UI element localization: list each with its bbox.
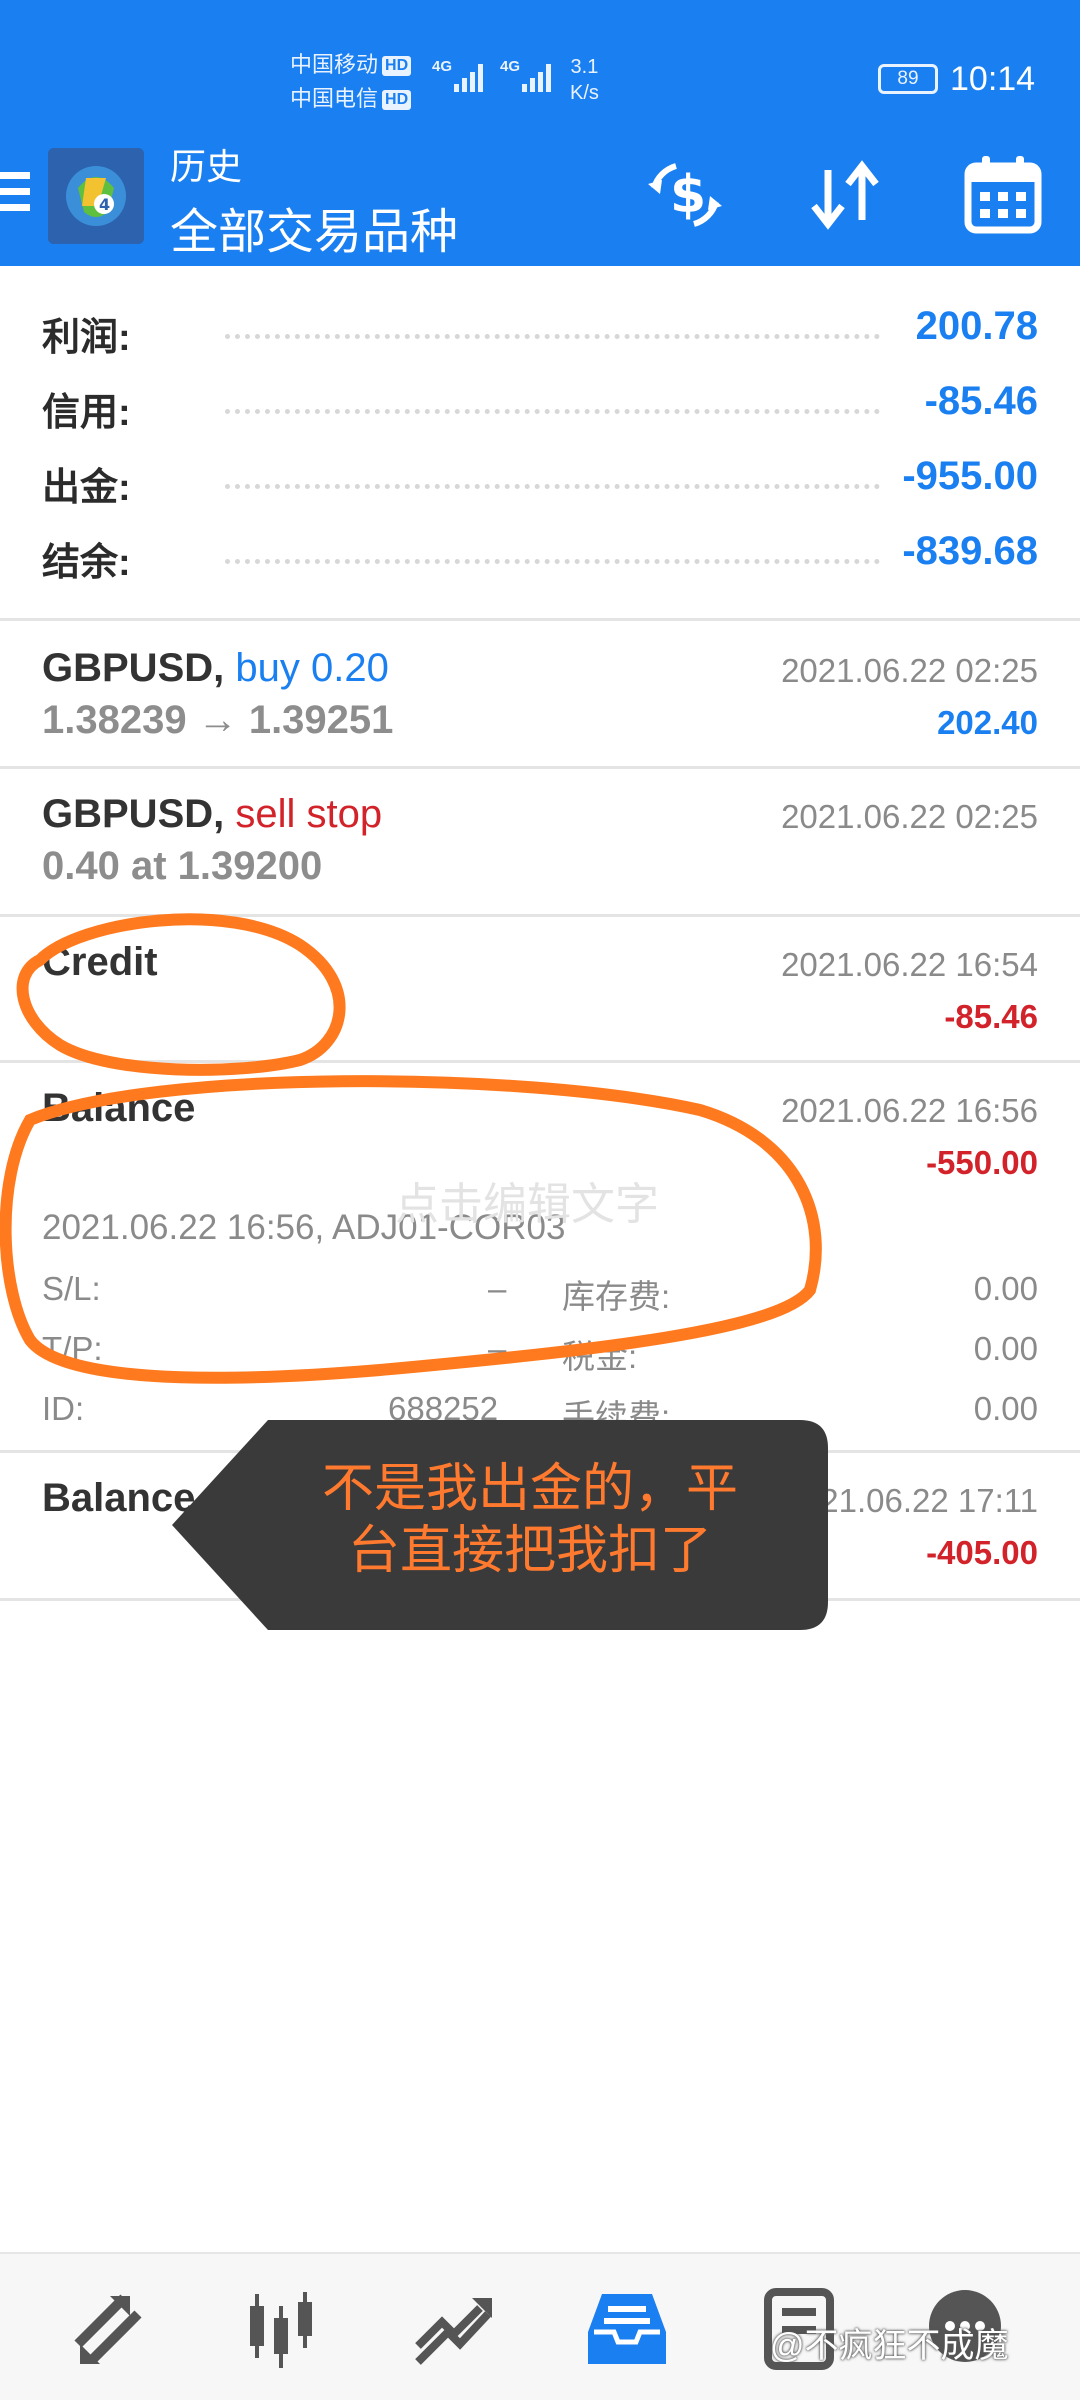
divider xyxy=(0,1450,1080,1453)
svg-text:4: 4 xyxy=(99,195,110,214)
summary-value: -85.46 xyxy=(924,379,1038,423)
screen-title: 历史 xyxy=(170,146,243,187)
history-icon[interactable] xyxy=(582,2284,672,2374)
deal-symbol: GBPUSD, xyxy=(42,646,225,690)
deal-datetime: 2021.06.22 02:25 xyxy=(781,652,1038,689)
net-label: 4G xyxy=(500,58,520,75)
network-speed: 3.1 K/s xyxy=(570,54,599,106)
watermark: @不疯狂不成魔 xyxy=(770,2327,1009,2365)
swap-label: 库存费: xyxy=(562,1278,671,1315)
quotes-icon[interactable] xyxy=(64,2284,154,2374)
status-bar: 中国移动 HD 中国电信 HD 4G 4G 3.1 K/s 89 10:14 xyxy=(0,0,1080,140)
dot-leader xyxy=(225,484,880,489)
sl-value: – xyxy=(488,1270,507,1307)
callout-text: 不是我出金的，平 台直接把我扣了 xyxy=(270,1458,790,1582)
deal-profit: -550.00 xyxy=(926,1144,1038,1181)
deal-symbol-line: GBPUSD, buy 0.20 xyxy=(42,646,389,691)
fee-value: 0.00 xyxy=(973,1390,1038,1427)
deal-datetime: 2021.06.22 16:54 xyxy=(781,946,1038,983)
divider xyxy=(0,618,1080,621)
deal-symbol: GBPUSD, xyxy=(42,792,225,836)
app-header: 中国移动 HD 中国电信 HD 4G 4G 3.1 K/s 89 10:14 4 历… xyxy=(0,0,1080,266)
sl-label: S/L: xyxy=(42,1270,101,1307)
tp-label: T/P: xyxy=(42,1330,103,1367)
hd-badge: HD xyxy=(382,56,412,76)
deal-action: sell stop xyxy=(235,792,383,836)
deal-action: buy 0.20 xyxy=(235,646,389,690)
deal-datetime: 2021.06.22 16:56 xyxy=(781,1092,1038,1129)
summary-value: -839.68 xyxy=(902,529,1038,573)
app-logo: 4 xyxy=(48,148,144,244)
id-label: ID: xyxy=(42,1390,85,1427)
deal-prices: 1.38239 → 1.39251 xyxy=(42,698,394,742)
battery-icon: 89 xyxy=(878,64,938,94)
calendar-icon[interactable] xyxy=(958,150,1048,240)
svg-text:$: $ xyxy=(670,165,706,225)
clock: 10:14 xyxy=(950,60,1036,98)
currency-exchange-icon[interactable]: $ xyxy=(640,150,730,240)
summary-label: 利润: xyxy=(42,317,131,359)
tax-label: 税金: xyxy=(562,1338,638,1375)
dot-leader xyxy=(225,409,880,414)
speed-value: 3.1 xyxy=(570,56,599,78)
speed-unit: K/s xyxy=(570,82,599,104)
hd-badge: HD xyxy=(382,90,412,110)
order-row[interactable]: GBPUSD, sell stop 0.40 at 1.39200 2021.0… xyxy=(0,792,1080,912)
summary-row-profit: 利润: 200.78 xyxy=(0,296,1080,371)
sort-icon[interactable] xyxy=(800,150,890,240)
summary-value: 200.78 xyxy=(915,304,1038,348)
deal-symbol-line: GBPUSD, sell stop xyxy=(42,792,382,837)
summary-panel: 利润: 200.78 信用: -85.46 出金: -955.00 结余: -8… xyxy=(0,296,1080,596)
order-detail: 0.40 at 1.39200 xyxy=(42,844,323,888)
deal-profit: -85.46 xyxy=(944,998,1038,1035)
symbol-filter-title[interactable]: 全部交易品种 xyxy=(170,192,458,262)
summary-label: 出金: xyxy=(42,467,131,509)
callout-line: 不是我出金的，平 xyxy=(321,1460,738,1518)
carrier-info: 中国移动 HD 中国电信 HD xyxy=(290,48,412,116)
signal-icon: 4G xyxy=(432,58,483,92)
deal-profit: -405.00 xyxy=(926,1534,1038,1571)
trade-icon[interactable] xyxy=(408,2284,498,2374)
divider xyxy=(0,1060,1080,1063)
callout-line: 台直接把我扣了 xyxy=(347,1522,712,1580)
chart-icon[interactable] xyxy=(236,2284,326,2374)
summary-label: 信用: xyxy=(42,392,131,434)
divider xyxy=(0,766,1080,769)
deal-symbol: Credit xyxy=(42,940,158,984)
dot-leader xyxy=(225,559,880,564)
menu-icon[interactable] xyxy=(0,172,30,212)
deal-symbol: Balance xyxy=(42,1086,196,1130)
swap-value: 0.00 xyxy=(973,1270,1038,1307)
net-label: 4G xyxy=(432,58,452,75)
deal-profit: 202.40 xyxy=(937,704,1038,741)
tp-value: – xyxy=(488,1330,507,1367)
signal-icon: 4G xyxy=(500,58,551,92)
deal-datetime: 2021.06.22 17:11 xyxy=(783,1482,1038,1519)
summary-row-balance: 结余: -839.68 xyxy=(0,521,1080,596)
summary-value: -955.00 xyxy=(902,454,1038,498)
deal-symbol: Balance xyxy=(42,1476,196,1520)
fee-label: 手续费: xyxy=(562,1398,671,1435)
tax-value: 0.00 xyxy=(973,1330,1038,1367)
carrier-1: 中国移动 xyxy=(290,52,379,77)
credit-row[interactable]: Credit 2021.06.22 16:54 -85.46 xyxy=(0,940,1080,1060)
id-value: 688252 xyxy=(388,1390,499,1427)
divider xyxy=(0,1598,1080,1601)
summary-row-credit: 信用: -85.46 xyxy=(0,371,1080,446)
dot-leader xyxy=(225,334,880,339)
divider xyxy=(0,914,1080,917)
edit-text-placeholder: 点击编辑文字 xyxy=(395,1180,659,1229)
summary-row-withdrawal: 出金: -955.00 xyxy=(0,446,1080,521)
deal-row[interactable]: GBPUSD, buy 0.20 1.38239 → 1.39251 2021.… xyxy=(0,646,1080,766)
deal-datetime: 2021.06.22 02:25 xyxy=(781,798,1038,835)
carrier-2: 中国电信 xyxy=(290,86,379,111)
balance-row-expanded[interactable]: Balance 2021.06.22 16:56 -550.00 2021.06… xyxy=(0,1086,1080,1435)
summary-label: 结余: xyxy=(42,542,131,584)
